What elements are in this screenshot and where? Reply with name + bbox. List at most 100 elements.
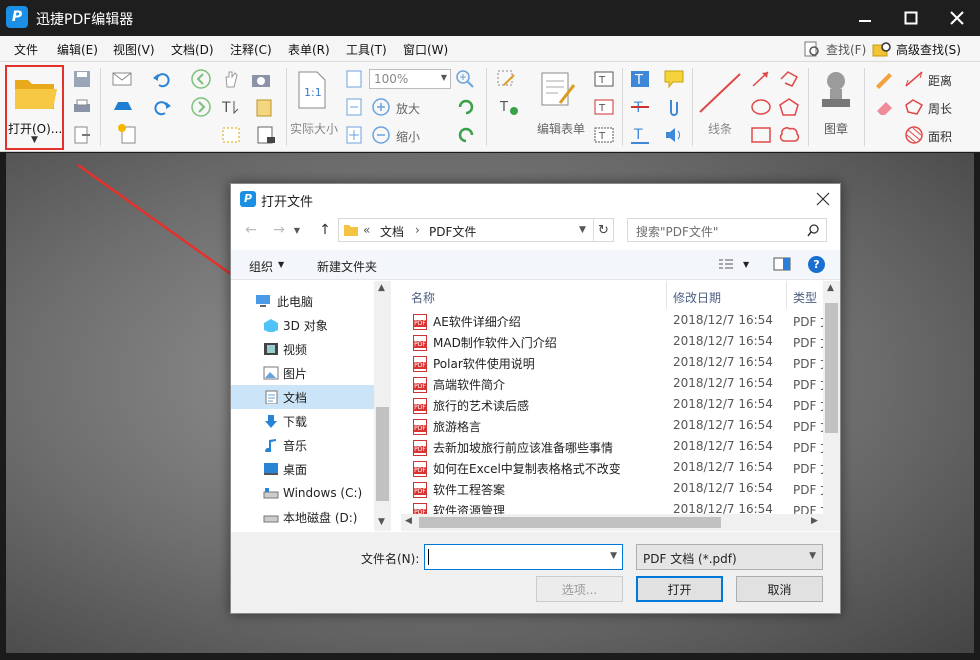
refresh-icon[interactable]: ↻ xyxy=(593,219,613,241)
nav-3d-objects[interactable]: 3D 对象 xyxy=(231,313,374,337)
file-date: 2018/12/7 16:54 xyxy=(673,355,773,369)
new-folder-button[interactable]: 新建文件夹 xyxy=(317,258,377,275)
view-options-icon[interactable] xyxy=(718,258,734,272)
filetype-select[interactable]: PDF 文档 (*.pdf) ▼ xyxy=(636,544,823,570)
file-list-vscrollbar[interactable]: ▲ xyxy=(823,281,840,517)
organize-button[interactable]: 组织 xyxy=(249,258,273,275)
breadcrumb-documents[interactable]: 文档 xyxy=(380,223,404,240)
file-name: 如何在Excel中复制表格格式不改变 xyxy=(433,462,621,476)
nav-documents[interactable]: 文档 xyxy=(231,385,374,409)
scroll-left-icon[interactable]: ◀ xyxy=(405,516,412,526)
nav-pictures[interactable]: 图片 xyxy=(231,361,374,385)
nav-drive-d[interactable]: 本地磁盘 (D:) xyxy=(231,505,374,529)
search-placeholder: 搜索"PDF文件" xyxy=(636,225,719,239)
nav-label: 桌面 xyxy=(283,462,308,477)
filename-label: 文件名(N): xyxy=(361,552,420,566)
file-row[interactable]: 高端软件简介2018/12/7 16:54PDF 文 xyxy=(401,374,832,395)
view-dropdown-icon[interactable]: ▼ xyxy=(743,260,749,269)
nav-label: 图片 xyxy=(283,366,308,381)
file-name: AE软件详细介绍 xyxy=(433,315,521,329)
pdf-file-icon xyxy=(413,398,427,414)
nav-desktop[interactable]: 桌面 xyxy=(231,457,374,481)
file-row[interactable]: 旅游格言2018/12/7 16:54PDF 文 xyxy=(401,416,832,437)
address-dropdown-icon[interactable]: ▼ xyxy=(579,225,586,235)
back-arrow-icon[interactable]: ← xyxy=(241,220,261,240)
nav-scrollbar[interactable]: ▲ ▼ xyxy=(374,281,391,531)
open-file-button[interactable]: 打开 xyxy=(636,576,723,602)
file-date: 2018/12/7 16:54 xyxy=(673,481,773,495)
up-arrow-icon[interactable]: ↑ xyxy=(315,220,335,240)
file-list-vscrollbar-thumb[interactable] xyxy=(825,303,838,433)
file-date: 2018/12/7 16:54 xyxy=(673,334,773,348)
dialog-app-icon: P xyxy=(240,191,256,207)
file-row[interactable]: 如何在Excel中复制表格格式不改变2018/12/7 16:54PDF 文 xyxy=(401,458,832,479)
column-date[interactable]: 修改日期 xyxy=(673,289,721,306)
pdf-file-icon xyxy=(413,440,427,456)
nav-videos[interactable]: 视频 xyxy=(231,337,374,361)
nav-this-pc[interactable]: 此电脑 xyxy=(231,289,374,313)
nav-label: 文档 xyxy=(283,390,308,405)
search-input[interactable]: 搜索"PDF文件" xyxy=(627,218,827,242)
options-button[interactable]: 选项... xyxy=(536,576,623,602)
pdf-file-icon xyxy=(413,419,427,435)
text-cursor xyxy=(428,549,429,565)
dialog-close-button[interactable] xyxy=(806,184,840,214)
file-row[interactable]: 旅行的艺术读后感2018/12/7 16:54PDF 文 xyxy=(401,395,832,416)
file-list-hscrollbar[interactable]: ◀ ▶ xyxy=(401,514,840,531)
file-name: Polar软件使用说明 xyxy=(433,357,535,371)
column-type[interactable]: 类型 xyxy=(793,289,817,306)
scroll-up-icon[interactable]: ▲ xyxy=(827,283,834,293)
file-row[interactable]: AE软件详细介绍2018/12/7 16:54PDF 文 xyxy=(401,311,832,332)
video-icon xyxy=(264,343,278,355)
address-bar[interactable]: « 文档 › PDF文件 ▼ ↻ xyxy=(338,218,614,242)
file-name: 高端软件简介 xyxy=(433,378,506,392)
file-row[interactable]: MAD制作软件入门介绍2018/12/7 16:54PDF 文 xyxy=(401,332,832,353)
desktop-icon xyxy=(264,463,278,475)
app-window: P 迅捷PDF编辑器 文件 编辑(E) 视图(V) 文档(D) 注释(C) 表单… xyxy=(0,0,980,660)
drive-icon xyxy=(263,488,279,499)
search-icon xyxy=(807,224,819,237)
file-list: ^ 名称 修改日期 类型 AE软件详细介绍2018/12/7 16:54PDF … xyxy=(401,281,840,531)
file-list-hscrollbar-thumb[interactable] xyxy=(419,517,721,528)
organize-dropdown-icon[interactable]: ▼ xyxy=(278,260,284,269)
nav-scrollbar-thumb[interactable] xyxy=(376,407,389,501)
help-icon[interactable]: ? xyxy=(808,256,825,273)
filename-dropdown-icon[interactable]: ▼ xyxy=(610,551,617,561)
scroll-up-icon[interactable]: ▲ xyxy=(378,283,385,293)
pdf-file-icon xyxy=(413,356,427,372)
file-row[interactable]: Polar软件使用说明2018/12/7 16:54PDF 文 xyxy=(401,353,832,374)
drive-icon xyxy=(263,515,279,523)
chevron-down-icon: ▼ xyxy=(809,551,816,561)
filename-input[interactable]: ▼ xyxy=(424,544,623,570)
sort-ascending-icon: ^ xyxy=(535,281,544,288)
file-name: 去新加坡旅行前应该准备哪些事情 xyxy=(433,441,614,455)
nav-music[interactable]: 音乐 xyxy=(231,433,374,457)
file-row[interactable]: 去新加坡旅行前应该准备哪些事情2018/12/7 16:54PDF 文 xyxy=(401,437,832,458)
navigation-pane: 此电脑 3D 对象 视频 图片 文档 下载 音乐 桌面 Windows (C:)… xyxy=(231,281,391,531)
documents-icon xyxy=(265,390,278,404)
nav-label: 3D 对象 xyxy=(283,318,328,333)
filetype-value: PDF 文档 (*.pdf) xyxy=(643,552,737,566)
file-name: MAD制作软件入门介绍 xyxy=(433,336,557,350)
column-name[interactable]: 名称 xyxy=(411,289,435,306)
nav-label: 视频 xyxy=(283,342,308,357)
breadcrumb-separator: › xyxy=(415,223,420,237)
scroll-down-icon[interactable]: ▼ xyxy=(378,517,385,527)
scroll-right-icon[interactable]: ▶ xyxy=(811,516,818,526)
file-row[interactable]: 软件工程答案2018/12/7 16:54PDF 文 xyxy=(401,479,832,500)
dialog-title: 打开文件 xyxy=(261,195,314,210)
music-icon xyxy=(265,439,276,452)
recent-dropdown-icon[interactable]: ▼ xyxy=(291,224,303,236)
cancel-button[interactable]: 取消 xyxy=(736,576,823,602)
file-date: 2018/12/7 16:54 xyxy=(673,418,773,432)
breadcrumb-overflow[interactable]: « xyxy=(363,223,370,237)
pdf-file-icon xyxy=(413,335,427,351)
nav-label: 下载 xyxy=(283,414,308,429)
breadcrumb-pdf-folder[interactable]: PDF文件 xyxy=(429,223,476,240)
file-name: 旅行的艺术读后感 xyxy=(433,399,530,413)
forward-arrow-icon[interactable]: → xyxy=(269,220,289,240)
nav-drive-c[interactable]: Windows (C:) xyxy=(231,481,374,505)
nav-downloads[interactable]: 下载 xyxy=(231,409,374,433)
close-icon xyxy=(816,192,830,206)
preview-pane-icon[interactable] xyxy=(773,257,791,272)
